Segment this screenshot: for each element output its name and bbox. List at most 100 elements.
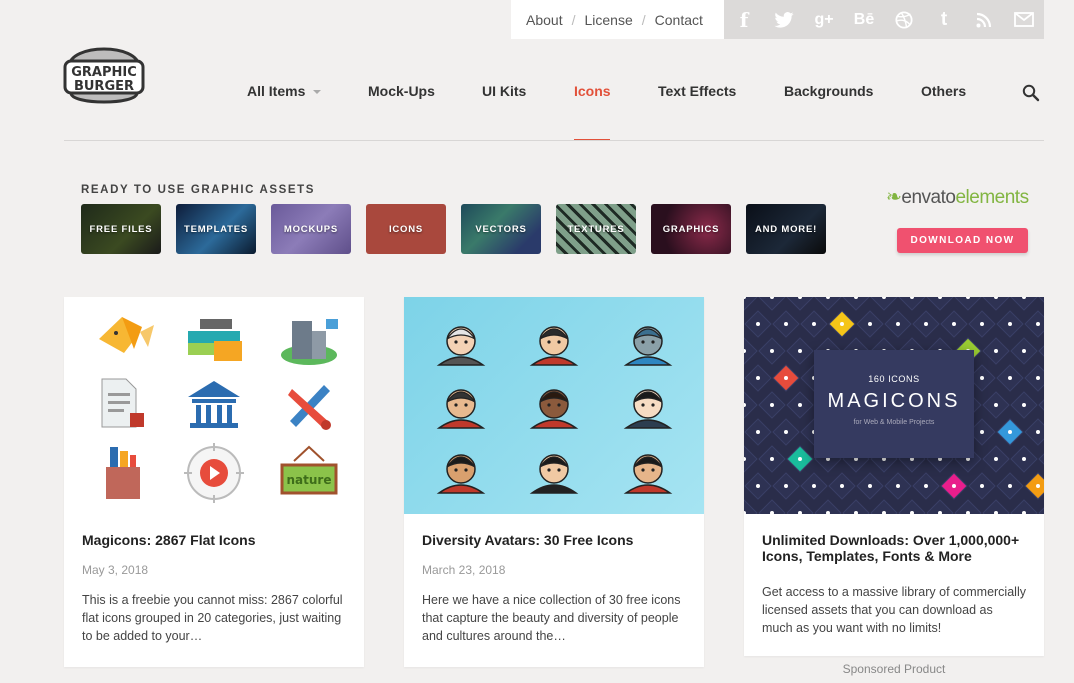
diamond-glyph [896, 322, 900, 326]
nav-item-backgrounds[interactable]: Backgrounds [784, 83, 873, 99]
assets-heading: READY TO USE GRAPHIC ASSETS [81, 184, 316, 196]
envato-brand: envato [901, 187, 956, 208]
boxes-icon [188, 319, 242, 361]
nav-item-others[interactable]: Others [921, 83, 966, 99]
post-excerpt: Get access to a massive library of comme… [762, 585, 1026, 635]
license-link[interactable]: License [584, 12, 632, 28]
diamond-glyph [1008, 376, 1012, 380]
pencil-cup-icon [106, 447, 140, 499]
post-card[interactable]: Diversity Avatars: 30 Free Icons March 2… [404, 297, 704, 667]
fish-icon [99, 317, 154, 353]
tile-graphics[interactable]: GRAPHICS [651, 204, 731, 254]
diamond-glyph [784, 484, 788, 488]
twitter-icon[interactable] [764, 0, 804, 39]
diamond-glyph [896, 484, 900, 488]
search-icon[interactable] [1022, 84, 1040, 102]
diamond-tile [744, 499, 758, 514]
tile-free-files[interactable]: FREE FILES [81, 204, 161, 254]
tile-icons[interactable]: ICONS [366, 204, 446, 254]
diamond-glyph [980, 376, 984, 380]
diamond-glyph [812, 484, 816, 488]
city-icon [281, 319, 338, 365]
diamond-glyph [952, 322, 956, 326]
diamond-glyph [980, 322, 984, 326]
social-links: f g+ Bē t [724, 0, 1044, 39]
diamond-glyph [924, 322, 928, 326]
nav-divider [64, 140, 1044, 141]
tile-textures[interactable]: TEXTURES [556, 204, 636, 254]
nav-item-icons[interactable]: Icons [574, 83, 611, 99]
sponsored-card[interactable]: 160 ICONS MAGICONS for Web & Mobile Proj… [744, 297, 1044, 656]
diamond-glyph [1008, 430, 1012, 434]
behance-icon[interactable]: Bē [844, 0, 884, 39]
promo-thumbnail[interactable]: 160 ICONS MAGICONS for Web & Mobile Proj… [744, 297, 1044, 514]
nav-item-mock-ups[interactable]: Mock-Ups [368, 83, 435, 99]
about-link[interactable]: About [526, 12, 563, 28]
nav-item-all-items[interactable]: All Items [247, 83, 322, 99]
post-excerpt: Here we have a nice collection of 30 fre… [422, 593, 681, 643]
contact-link[interactable]: Contact [655, 12, 703, 28]
sponsored-label: Sponsored Product [842, 662, 946, 676]
avatar-icon [623, 454, 673, 494]
google-plus-icon[interactable]: g+ [804, 0, 844, 39]
leaf-icon: ❧ [886, 187, 902, 208]
avatar-icon [623, 326, 673, 366]
chevron-down-icon [313, 90, 322, 95]
avatar-icon [623, 389, 673, 429]
diamond-glyph [1022, 457, 1026, 461]
post-card[interactable]: nature Magicons: 2867 Flat Icons May 3, … [64, 297, 364, 667]
email-icon[interactable] [1004, 0, 1044, 39]
tumblr-icon[interactable]: t [924, 0, 964, 39]
tile-vectors[interactable]: VECTORS [461, 204, 541, 254]
nav-item-text-effects[interactable]: Text Effects [658, 83, 736, 99]
envato-elements-logo[interactable]: ❧envatoelements [886, 186, 1029, 209]
tile-and-more[interactable]: AND MORE! [746, 204, 826, 254]
avatar-icon [529, 389, 579, 429]
dribbble-icon[interactable] [884, 0, 924, 39]
target-icon [184, 443, 244, 503]
logo-line2: BURGER [74, 79, 134, 94]
diamond-glyph [756, 376, 760, 380]
diamond-tile [1024, 472, 1044, 500]
diamond-glyph [756, 484, 760, 488]
post-excerpt: This is a freebie you cannot miss: 2867 … [82, 593, 343, 643]
diamond-glyph [770, 457, 774, 461]
post-body: Unlimited Downloads: Over 1,000,000+ Ico… [744, 514, 1044, 637]
diamond-glyph [980, 430, 984, 434]
document-icon [101, 378, 144, 428]
avatar-icon [436, 454, 486, 494]
diamond-glyph [1036, 484, 1040, 488]
facebook-icon[interactable]: f [724, 0, 764, 39]
diamond-glyph [840, 322, 844, 326]
rss-icon[interactable] [964, 0, 1004, 39]
diamond-glyph [924, 484, 928, 488]
diamond-glyph [798, 349, 802, 353]
svg-text:nature: nature [287, 473, 332, 487]
post-thumbnail[interactable] [404, 297, 704, 514]
post-title[interactable]: Unlimited Downloads: Over 1,000,000+ Ico… [762, 532, 1026, 564]
nav-label: All Items [247, 83, 306, 99]
post-title[interactable]: Diversity Avatars: 30 Free Icons [422, 532, 686, 548]
avatar-icon [436, 326, 486, 366]
tile-mockups[interactable]: MOCKUPS [271, 204, 351, 254]
avatar-icon [529, 454, 579, 494]
diamond-glyph [756, 430, 760, 434]
diamond-tile [744, 297, 758, 311]
diamond-glyph [1022, 349, 1026, 353]
tile-templates[interactable]: TEMPLATES [176, 204, 256, 254]
promo-title: MAGICONS [827, 390, 961, 412]
diamond-glyph [994, 457, 998, 461]
diamond-tile [1024, 310, 1044, 338]
post-date: March 23, 2018 [422, 563, 506, 577]
asset-tiles: FREE FILES TEMPLATES MOCKUPS ICONS VECTO… [81, 204, 826, 254]
top-links: About / License / Contact [511, 0, 724, 39]
diamond-glyph [1036, 376, 1040, 380]
download-now-button[interactable]: DOWNLOAD NOW [897, 228, 1028, 253]
nav-item-ui-kits[interactable]: UI Kits [482, 83, 526, 99]
post-title[interactable]: Magicons: 2867 Flat Icons [82, 532, 346, 548]
separator: / [641, 11, 646, 28]
post-thumbnail[interactable]: nature [64, 297, 364, 514]
promo-subtitle: for Web & Mobile Projects [853, 419, 935, 426]
diamond-glyph [868, 484, 872, 488]
graphicburger-logo[interactable]: GRAPHIC BURGER [63, 37, 145, 109]
